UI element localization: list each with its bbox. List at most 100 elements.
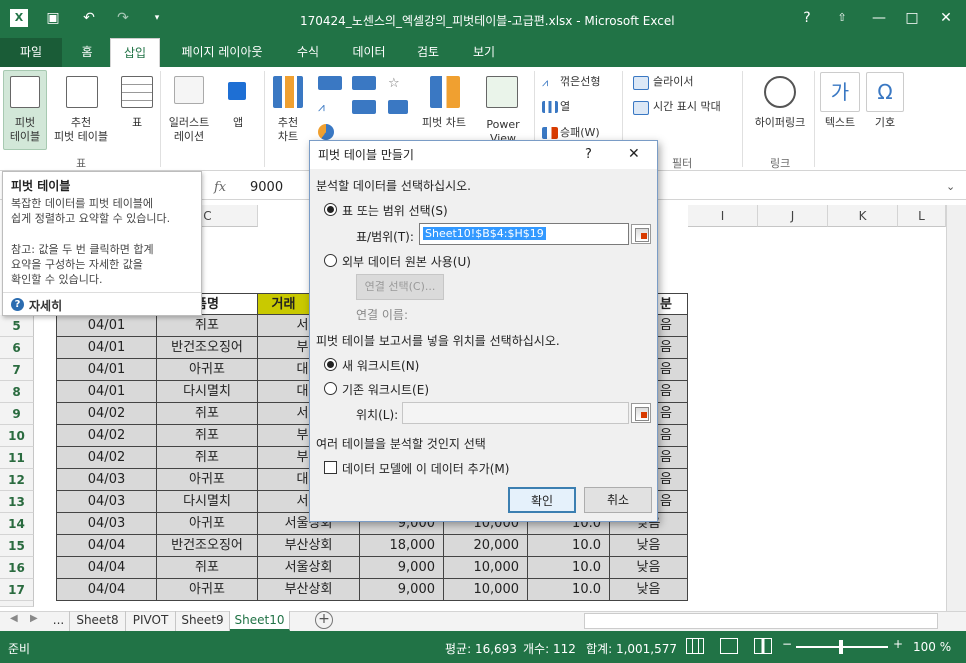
- row-header[interactable]: 10: [0, 425, 34, 447]
- datamodel-checkbox-label[interactable]: 데이터 모델에 이 데이터 추가(M): [342, 460, 509, 477]
- sheet-tab-sheet9[interactable]: Sheet9: [176, 611, 230, 631]
- sheet-tab-sheet8[interactable]: Sheet8: [70, 611, 126, 631]
- cell-grade-partial[interactable]: 음: [658, 359, 688, 381]
- radio-existing-worksheet-label[interactable]: 기존 워크시트(E): [342, 381, 429, 398]
- close-button[interactable]: ✕: [936, 9, 956, 27]
- sheet-tab-sheet10[interactable]: Sheet10: [230, 611, 290, 631]
- horizontal-scrollbar[interactable]: [584, 613, 938, 629]
- row-header-partial[interactable]: [0, 601, 34, 607]
- zoom-slider-thumb[interactable]: [839, 640, 843, 654]
- recommended-pivot-button[interactable]: 추천 피벗 테이블: [48, 116, 114, 144]
- bar-chart-icon[interactable]: [352, 76, 376, 90]
- radio-external[interactable]: [324, 254, 337, 267]
- datamodel-checkbox[interactable]: [324, 461, 337, 474]
- cell-amount[interactable]: 10,000: [444, 579, 528, 601]
- page-layout-view-icon[interactable]: [720, 638, 738, 654]
- tab-page-layout[interactable]: 페이지 레이아웃: [170, 38, 274, 67]
- text-button[interactable]: 텍스트: [816, 116, 864, 130]
- combo-chart-icon[interactable]: [388, 100, 408, 114]
- sheet-prev-icon[interactable]: ◀: [10, 613, 18, 624]
- tab-home[interactable]: 홈: [70, 38, 104, 67]
- cell-amount[interactable]: 20,000: [444, 535, 528, 557]
- row-header[interactable]: 8: [0, 381, 34, 403]
- cell-date[interactable]: 04/02: [56, 425, 157, 447]
- column-header-i[interactable]: I: [688, 205, 758, 227]
- cell-date[interactable]: 04/04: [56, 579, 157, 601]
- ok-button[interactable]: 확인: [508, 487, 576, 513]
- cell-qty[interactable]: 9,000: [360, 557, 444, 579]
- cell-amount[interactable]: 10,000: [444, 557, 528, 579]
- pie-chart-icon[interactable]: [318, 124, 334, 140]
- cell-date[interactable]: 04/02: [56, 403, 157, 425]
- row-header[interactable]: 9: [0, 403, 34, 425]
- cell-grade-partial[interactable]: 음: [658, 425, 688, 447]
- zoom-level[interactable]: 100 %: [913, 640, 951, 654]
- redo-icon[interactable]: ↷: [114, 9, 132, 27]
- cell-date[interactable]: 04/03: [56, 513, 157, 535]
- cell-date[interactable]: 04/03: [56, 469, 157, 491]
- cell-item[interactable]: 쥐포: [157, 403, 258, 425]
- cell-date[interactable]: 04/02: [56, 447, 157, 469]
- range-input[interactable]: Sheet10!$B$4:$H$19: [419, 223, 629, 245]
- row-header[interactable]: 12: [0, 469, 34, 491]
- pivot-chart-button[interactable]: 피벗 차트: [412, 116, 476, 130]
- row-header[interactable]: 7: [0, 359, 34, 381]
- row-header[interactable]: 13: [0, 491, 34, 513]
- cell-item[interactable]: 아귀포: [157, 513, 258, 535]
- row-header[interactable]: 16: [0, 557, 34, 579]
- cell-date[interactable]: 04/01: [56, 315, 157, 337]
- cell-grade-partial[interactable]: 음: [658, 447, 688, 469]
- row-header[interactable]: 5: [0, 315, 34, 337]
- cell-grade-partial[interactable]: 음: [658, 403, 688, 425]
- cell-grade-partial[interactable]: 음: [658, 469, 688, 491]
- sheet-next-icon[interactable]: ▶: [30, 613, 38, 624]
- cell-date[interactable]: 04/01: [56, 381, 157, 403]
- help-button[interactable]: ?: [797, 9, 817, 27]
- cell-date[interactable]: 04/01: [56, 359, 157, 381]
- table-button[interactable]: 표: [120, 116, 154, 130]
- formula-input[interactable]: 9000: [250, 180, 283, 195]
- cell-grade-partial[interactable]: 음: [658, 315, 688, 337]
- cell-item[interactable]: 쥐포: [157, 557, 258, 579]
- vertical-scrollbar[interactable]: [946, 205, 966, 611]
- cell-grade-partial[interactable]: 음: [658, 381, 688, 403]
- line-chart-icon[interactable]: ⩘: [318, 100, 342, 114]
- cell-date[interactable]: 04/04: [56, 557, 157, 579]
- cell-date[interactable]: 04/01: [56, 337, 157, 359]
- save-icon[interactable]: ▣: [44, 9, 62, 27]
- cell-date[interactable]: 04/03: [56, 491, 157, 513]
- cell-item[interactable]: 아귀포: [157, 579, 258, 601]
- sparkline-line-button[interactable]: 꺾은선형: [560, 75, 600, 89]
- apps-button[interactable]: 앱: [222, 116, 254, 130]
- cell-rate[interactable]: 10.0: [528, 535, 610, 557]
- fx-icon[interactable]: fx: [214, 180, 226, 195]
- row-header[interactable]: 6: [0, 337, 34, 359]
- cell-item[interactable]: 아귀포: [157, 469, 258, 491]
- radio-table-range[interactable]: [324, 203, 337, 216]
- cell-grade[interactable]: 낮음: [610, 557, 688, 579]
- zoom-in-icon[interactable]: +: [893, 637, 903, 651]
- cell-client[interactable]: 부산상회: [258, 535, 360, 557]
- customize-icon[interactable]: ▾: [148, 9, 166, 27]
- cell-item[interactable]: 쥐포: [157, 315, 258, 337]
- cell-item[interactable]: 반건조오징어: [157, 535, 258, 557]
- zoom-out-icon[interactable]: −: [782, 637, 792, 651]
- illustrations-button[interactable]: 일러스트 레이션: [162, 116, 216, 144]
- cell-date[interactable]: 04/04: [56, 535, 157, 557]
- pivot-table-button[interactable]: 피벗 테이블: [4, 116, 46, 144]
- tooltip-more-link[interactable]: 자세히: [29, 297, 62, 314]
- cell-client[interactable]: 부산상회: [258, 579, 360, 601]
- area-chart-icon[interactable]: [352, 100, 376, 114]
- cell-rate[interactable]: 10.0: [528, 579, 610, 601]
- cell-grade[interactable]: 낮음: [610, 579, 688, 601]
- column-header-j[interactable]: J: [758, 205, 828, 227]
- row-header[interactable]: 11: [0, 447, 34, 469]
- cell-qty[interactable]: 9,000: [360, 579, 444, 601]
- radio-new-worksheet-label[interactable]: 새 워크시트(N): [342, 357, 419, 374]
- location-input[interactable]: [402, 402, 629, 424]
- tab-formulas[interactable]: 수식: [288, 38, 328, 67]
- page-break-view-icon[interactable]: [754, 638, 772, 654]
- cell-grade-partial[interactable]: 음: [658, 491, 688, 513]
- dialog-close-button[interactable]: ✕: [628, 146, 640, 162]
- column-header-l[interactable]: L: [898, 205, 946, 227]
